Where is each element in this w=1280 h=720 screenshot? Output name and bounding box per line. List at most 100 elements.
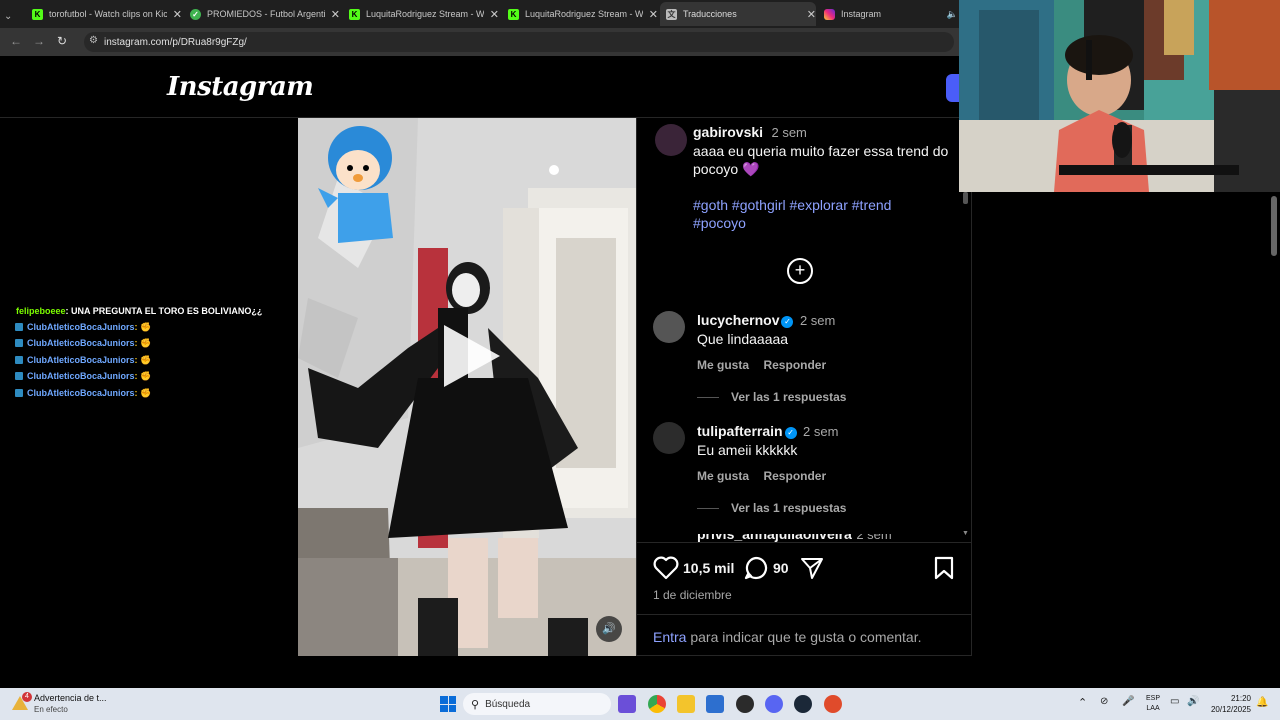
post-video[interactable]: 🔊: [298, 118, 636, 656]
scroll-down-icon[interactable]: ▼: [962, 530, 969, 537]
play-icon[interactable]: [438, 323, 504, 394]
app-icon[interactable]: [736, 695, 754, 713]
file-explorer-icon[interactable]: [677, 695, 695, 713]
kick-icon: K: [32, 8, 43, 20]
translate-icon: 文: [666, 8, 677, 20]
clock-time: 21:20: [1230, 694, 1251, 703]
notification-bell-icon[interactable]: 🔔: [1256, 697, 1268, 708]
reply-button[interactable]: Responder: [763, 358, 826, 372]
url-text: instagram.com/p/DRua8r9gFZg/: [104, 36, 247, 48]
discord-icon[interactable]: [765, 695, 783, 713]
login-link[interactable]: Entra: [653, 629, 686, 645]
post-caption: aaaa eu queria muito fazer essa trend do…: [693, 143, 949, 177]
chrome-icon[interactable]: [648, 695, 666, 713]
chat-text: : ✊: [134, 388, 152, 398]
keyboard-layout: LAA: [1146, 705, 1160, 712]
close-icon[interactable]: ✕: [807, 8, 816, 21]
comment-username[interactable]: tulipafterrain: [697, 423, 783, 439]
tab-4[interactable]: K LuquitaRodriguez Stream - Wat ✕: [508, 4, 658, 24]
taskbar-search[interactable]: ⚲ Búsqueda: [463, 693, 611, 715]
author-username[interactable]: gabirovski: [693, 124, 763, 140]
login-prompt: Entra para indicar que te gusta o coment…: [653, 629, 922, 645]
chat-text: : ✊: [134, 322, 152, 332]
store-icon[interactable]: [706, 695, 724, 713]
close-icon[interactable]: ✕: [331, 8, 340, 21]
likes-count[interactable]: 10,5 mil: [683, 560, 734, 576]
chat-message: ClubAtleticoBocaJuniors: ✊: [15, 322, 151, 333]
like-comment-button[interactable]: Me gusta: [697, 469, 749, 483]
chat-user: ClubAtleticoBocaJuniors: [27, 338, 135, 348]
post-date: 1 de diciembre: [653, 588, 732, 602]
instagram-header: Instagram: [0, 58, 960, 118]
close-icon[interactable]: ✕: [173, 8, 182, 21]
close-icon[interactable]: ✕: [490, 8, 499, 21]
instagram-logo[interactable]: Instagram: [167, 72, 314, 102]
login-button[interactable]: [946, 74, 960, 102]
view-replies-button[interactable]: Ver las 1 respuestas: [697, 501, 846, 515]
verified-badge-icon: ✓: [781, 316, 794, 328]
subscriber-badge-icon: [15, 323, 23, 331]
steam-icon[interactable]: [794, 695, 812, 713]
chat-text: : ✊: [134, 355, 152, 365]
comment-avatar[interactable]: [653, 422, 685, 454]
scrollbar-thumb[interactable]: [1271, 196, 1277, 256]
clock[interactable]: 21:20 20/12/2025: [1209, 693, 1251, 715]
start-icon[interactable]: [440, 696, 456, 712]
promiedos-icon: ✓: [190, 8, 201, 20]
chat-message: ClubAtleticoBocaJuniors: ✊: [15, 371, 151, 382]
browser-toolbar: ← → ↻ ⚙ instagram.com/p/DRua8r9gFZg/: [0, 28, 960, 56]
reply-button[interactable]: Responder: [763, 469, 826, 483]
save-icon[interactable]: [933, 556, 955, 585]
comment-username[interactable]: privis_annajuliaoliveira: [697, 534, 852, 542]
forward-icon[interactable]: →: [33, 34, 45, 48]
windows-taskbar: 4 Advertencia de t... En efecto ⚲ Búsque…: [0, 688, 1280, 720]
view-replies-button[interactable]: Ver las 1 respuestas: [697, 390, 846, 404]
tab-1[interactable]: K torofutbol - Watch clips on Kick ✕: [32, 4, 182, 24]
comment-time: 2 sem: [803, 424, 839, 439]
back-icon[interactable]: ←: [10, 34, 22, 48]
load-more-comments-icon[interactable]: +: [787, 258, 813, 284]
caption-header: gabirovski 2 sem: [693, 124, 807, 142]
app-icon[interactable]: [824, 695, 842, 713]
like-comment-button[interactable]: Me gusta: [697, 358, 749, 372]
like-icon[interactable]: [653, 556, 679, 585]
instagram-icon: [824, 8, 835, 20]
tab-title: torofutbol - Watch clips on Kick: [49, 9, 167, 19]
language-indicator[interactable]: ESP LAA: [1146, 694, 1160, 714]
comment-header: lucychernov ✓ 2 sem: [697, 312, 835, 330]
chat-text: : ✊: [134, 371, 152, 381]
reload-icon[interactable]: ↻: [57, 34, 67, 48]
page-scrollbar[interactable]: [1268, 192, 1280, 688]
monitor-icon[interactable]: ▭: [1170, 696, 1179, 707]
chat-user: ClubAtleticoBocaJuniors: [27, 355, 135, 365]
subscriber-badge-icon: [15, 372, 23, 380]
chevron-up-icon[interactable]: ⌃: [1078, 696, 1087, 709]
close-icon[interactable]: ✕: [649, 8, 658, 21]
author-avatar[interactable]: [655, 124, 687, 156]
comment-username[interactable]: lucychernov: [697, 312, 779, 328]
notification-title[interactable]: Advertencia de t...: [34, 693, 107, 703]
author-time: 2 sem: [771, 125, 807, 140]
webcam-overlay: [959, 0, 1280, 192]
comment-time: 2 sem: [799, 313, 836, 328]
teams-icon[interactable]: [618, 695, 636, 713]
tab-search-dropdown[interactable]: ⌄: [4, 6, 20, 26]
comment-icon[interactable]: [743, 556, 769, 585]
address-bar[interactable]: ⚙ instagram.com/p/DRua8r9gFZg/: [84, 32, 954, 52]
speaker-icon[interactable]: 🔈: [947, 9, 958, 20]
speaker-icon[interactable]: 🔊: [1187, 696, 1199, 707]
network-icon[interactable]: ⊘: [1100, 696, 1108, 707]
tab-3[interactable]: K LuquitaRodriguez Stream - Wat ✕: [349, 4, 499, 24]
comments-count[interactable]: 90: [773, 560, 789, 576]
login-prompt-text: para indicar que te gusta o comentar.: [686, 629, 922, 645]
tab-2[interactable]: ✓ PROMIEDOS - Futbol Argentino ✕: [190, 4, 340, 24]
comments-scrollbar[interactable]: [963, 192, 968, 204]
site-info-icon[interactable]: ⚙: [89, 35, 98, 46]
post-hashtags[interactable]: #goth #gothgirl #explorar #trend #pocoyo: [693, 196, 933, 232]
share-icon[interactable]: [799, 556, 825, 585]
volume-icon[interactable]: 🔊: [596, 616, 622, 642]
microphone-icon[interactable]: 🎤: [1122, 696, 1134, 707]
comment-avatar[interactable]: [653, 311, 685, 343]
tab-5[interactable]: 文 Traducciones ✕: [660, 2, 816, 26]
tab-6[interactable]: Instagram 🔈: [824, 4, 958, 24]
